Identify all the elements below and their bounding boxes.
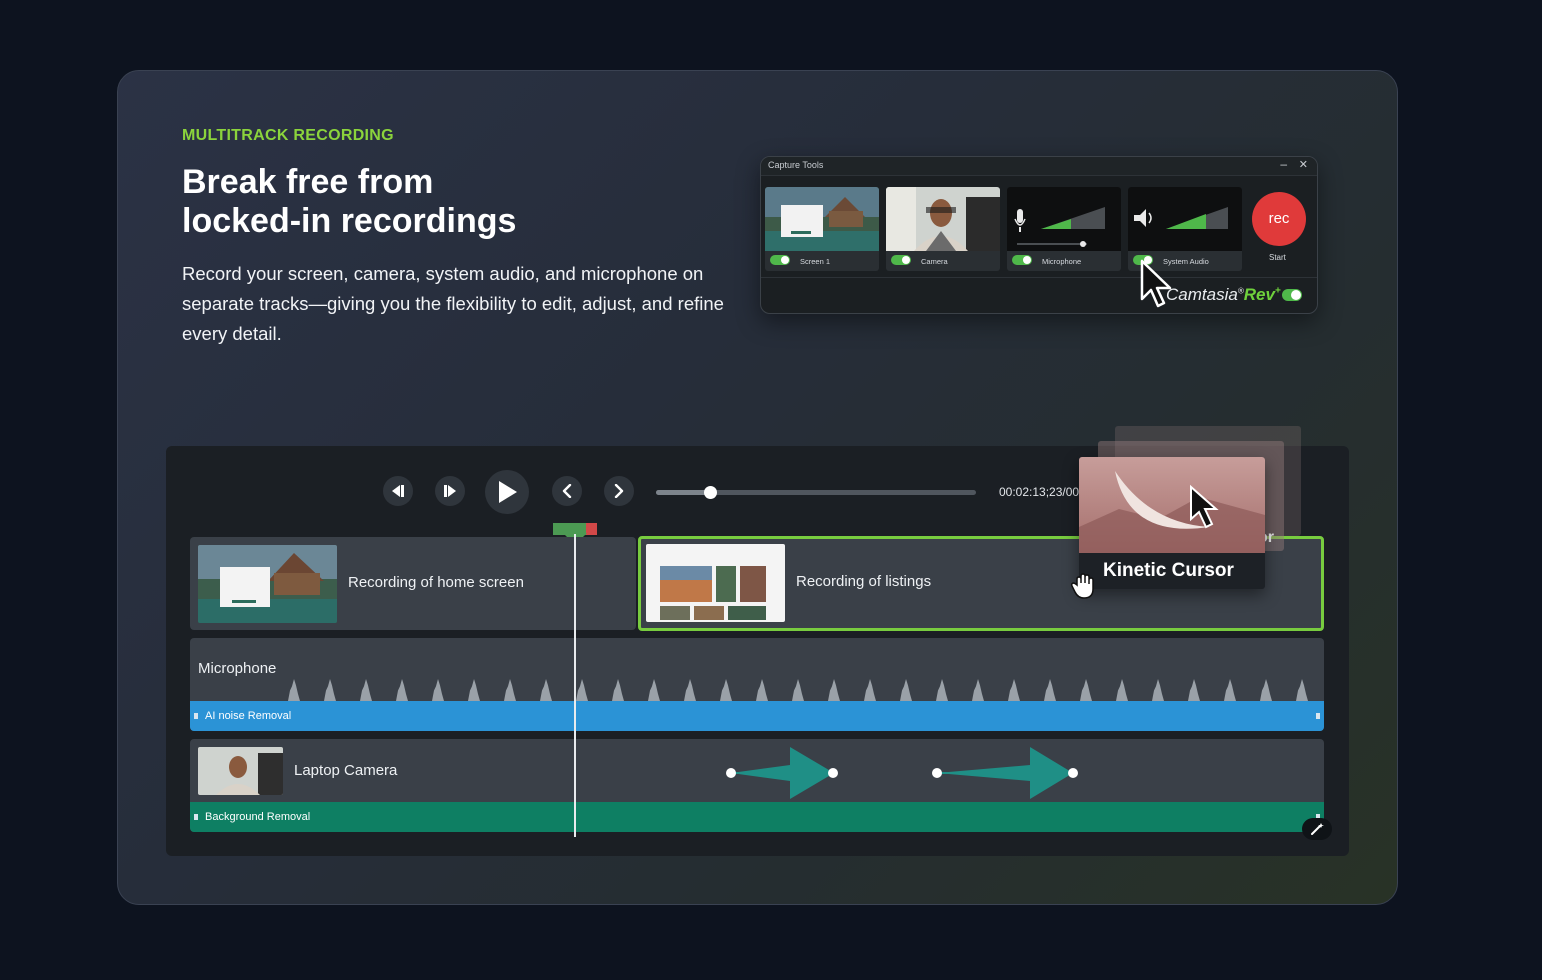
magic-wand-button[interactable] bbox=[1302, 818, 1332, 840]
screen-tile-label: Screen 1 bbox=[800, 257, 831, 266]
capture-title: Capture Tools bbox=[768, 160, 824, 170]
step-back-icon bbox=[392, 485, 404, 497]
minimize-icon[interactable]: – bbox=[1280, 157, 1287, 171]
effect-handle-left[interactable] bbox=[194, 713, 198, 719]
brand-plus: + bbox=[1274, 285, 1281, 297]
close-icon[interactable]: ✕ bbox=[1299, 158, 1308, 171]
next-button[interactable] bbox=[604, 476, 634, 506]
scrubber-progress bbox=[656, 490, 711, 495]
camtasia-rev-brand: Camtasia®Rev+ bbox=[1166, 285, 1281, 305]
track-microphone[interactable]: Microphone AI noise Removal bbox=[190, 638, 1324, 731]
brand-name: Camtasia bbox=[1166, 285, 1238, 304]
play-icon bbox=[499, 481, 517, 503]
section-description: Record your screen, camera, system audio… bbox=[182, 263, 724, 344]
screen-toggle[interactable] bbox=[770, 255, 790, 265]
microphone-waveform bbox=[190, 679, 1324, 701]
capture-divider bbox=[761, 277, 1317, 278]
camera-thumbnail-image bbox=[886, 187, 1000, 251]
camera-toggle[interactable] bbox=[891, 255, 911, 265]
animation-arrow-2[interactable] bbox=[932, 747, 1078, 799]
feature-card: MULTITRACK RECORDING Break free from loc… bbox=[117, 70, 1398, 905]
kinetic-cursor-label: Kinetic Cursor bbox=[1103, 560, 1234, 581]
rec-button[interactable]: rec bbox=[1252, 192, 1306, 246]
timecode: 00:02:13;23/00 bbox=[999, 485, 1080, 499]
start-label: Start bbox=[1269, 253, 1286, 262]
ai-noise-removal-label: AI noise Removal bbox=[205, 710, 292, 722]
capture-titlebar: Capture Tools – ✕ bbox=[761, 157, 1317, 176]
scrubber-knob[interactable] bbox=[704, 486, 718, 499]
capture-tile-microphone[interactable]: Microphone bbox=[1007, 187, 1121, 271]
clip-home-screen[interactable]: Recording of home screen bbox=[190, 537, 636, 630]
effect-handle-left[interactable] bbox=[194, 814, 198, 820]
kinetic-cursor-preview bbox=[1079, 457, 1265, 553]
clip-home-screen-label: Recording of home screen bbox=[348, 574, 524, 591]
mouse-pointer-icon bbox=[1140, 259, 1172, 308]
capture-tile-camera[interactable]: Camera bbox=[886, 187, 1000, 271]
chevron-left-icon bbox=[562, 484, 572, 498]
step-forward-icon bbox=[444, 485, 456, 497]
system-audio-level-meter bbox=[1128, 187, 1242, 251]
screen-thumbnail-image bbox=[765, 187, 879, 251]
headline-line-1: Break free from bbox=[182, 163, 434, 201]
camera-animation-arrows bbox=[726, 747, 1078, 799]
microphone-level-meter bbox=[1007, 187, 1121, 251]
play-button[interactable] bbox=[485, 470, 529, 514]
animation-arrow-1[interactable] bbox=[726, 747, 838, 799]
microphone-toggle[interactable] bbox=[1012, 255, 1032, 265]
grab-hand-icon bbox=[1070, 573, 1094, 599]
listings-thumbnail bbox=[646, 544, 785, 622]
chevron-right-icon bbox=[614, 484, 624, 498]
kinetic-cursor-card[interactable]: Kinetic Cursor bbox=[1079, 457, 1265, 589]
track-laptop-camera[interactable]: Laptop Camera Background Removal bbox=[190, 739, 1324, 832]
step-back-button[interactable] bbox=[383, 476, 413, 506]
waveform-shape bbox=[190, 679, 1324, 701]
playback-scrubber[interactable] bbox=[656, 486, 976, 499]
previous-button[interactable] bbox=[552, 476, 582, 506]
capture-tools-window: Capture Tools – ✕ Screen 1 Camera Microp… bbox=[760, 156, 1318, 314]
section-eyebrow: MULTITRACK RECORDING bbox=[182, 127, 394, 144]
magic-wand-icon bbox=[1311, 823, 1324, 835]
step-forward-button[interactable] bbox=[435, 476, 465, 506]
effect-handle-right[interactable] bbox=[1316, 713, 1320, 719]
home-screen-thumbnail bbox=[198, 545, 337, 623]
camera-tile-label: Camera bbox=[921, 257, 948, 266]
headline-line-2: locked-in recordings bbox=[182, 202, 517, 240]
playhead-line[interactable] bbox=[574, 534, 576, 837]
brand-rev: Rev bbox=[1243, 285, 1275, 304]
capture-tile-screen[interactable]: Screen 1 bbox=[765, 187, 879, 271]
background-removal-effect[interactable]: Background Removal bbox=[190, 802, 1324, 832]
background-removal-label: Background Removal bbox=[205, 811, 311, 823]
clip-listings-label: Recording of listings bbox=[796, 573, 932, 590]
microphone-tile-label: Microphone bbox=[1042, 257, 1082, 266]
section-headline: Break free from locked-in recordings bbox=[182, 163, 702, 241]
rev-toggle[interactable] bbox=[1282, 289, 1302, 301]
ai-noise-removal-effect[interactable]: AI noise Removal bbox=[190, 701, 1324, 731]
